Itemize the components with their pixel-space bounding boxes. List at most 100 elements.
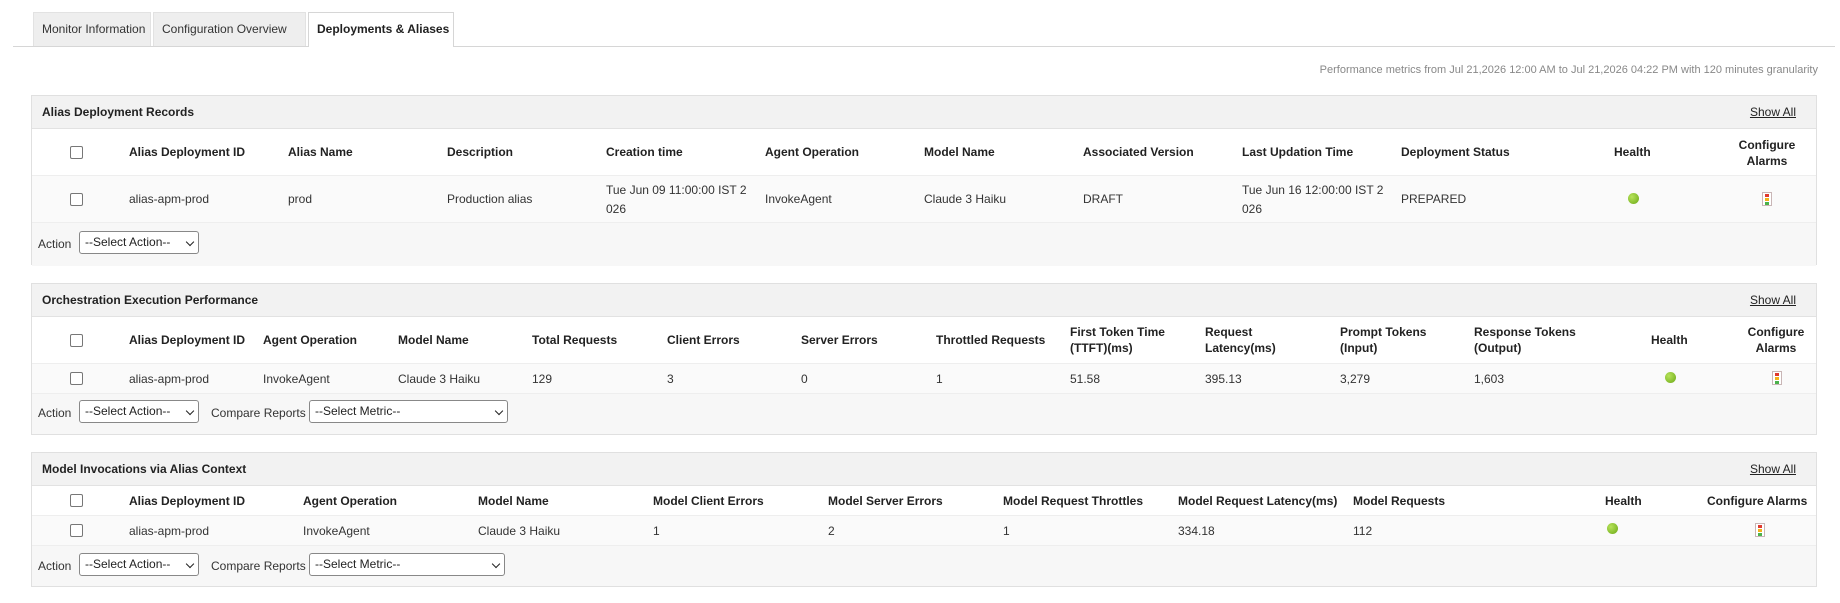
cell-response-tokens: 1,603 xyxy=(1474,372,1505,386)
cell-server-errors: 0 xyxy=(801,372,808,386)
col-health: Health xyxy=(1614,145,1651,159)
select-all-checkbox[interactable] xyxy=(70,334,83,347)
cell-creation-time-line1: Tue Jun 09 11:00:00 IST 2 xyxy=(606,183,747,197)
action-select-value: --Select Action-- xyxy=(85,557,171,571)
cell-model-client-errors: 1 xyxy=(653,524,660,538)
col-model-request-latency: Model Request Latency(ms) xyxy=(1178,494,1338,508)
col-alias-deployment-id: Alias Deployment ID xyxy=(129,145,246,159)
col-agent-operation: Agent Operation xyxy=(263,333,358,347)
col-request-latency-line2: Latency(ms) xyxy=(1205,341,1276,355)
action-label: Action xyxy=(38,237,72,251)
action-select-value: --Select Action-- xyxy=(85,235,171,249)
health-ok-icon xyxy=(1665,372,1676,383)
col-model-name: Model Name xyxy=(924,145,995,159)
panel-title: Model Invocations via Alias Context xyxy=(42,462,247,476)
configure-alarm-icon[interactable] xyxy=(1755,523,1765,537)
cell-total-requests: 129 xyxy=(532,372,553,386)
cell-model-request-throttles: 1 xyxy=(1003,524,1010,538)
col-model-server-errors: Model Server Errors xyxy=(828,494,943,508)
chevron-down-icon xyxy=(494,406,504,416)
panel-footer: Action --Select Action-- xyxy=(32,223,1816,266)
col-configure-alarms-line1: Configure xyxy=(1747,325,1805,339)
cell-agent-operation: InvokeAgent xyxy=(765,192,832,206)
cell-associated-version: DRAFT xyxy=(1083,192,1123,206)
col-agent-operation: Agent Operation xyxy=(303,494,398,508)
cell-model-name: Claude 3 Haiku xyxy=(398,372,481,386)
table-row: alias-apm-prod prod Production alias Tue… xyxy=(32,176,1816,223)
action-select[interactable]: --Select Action-- xyxy=(79,553,199,576)
col-response-tokens-line1: Response Tokens xyxy=(1474,325,1576,339)
orchestration-table: Alias Deployment ID Agent Operation Mode… xyxy=(32,317,1816,394)
panel-header: Alias Deployment Records Show All xyxy=(32,96,1816,129)
col-associated-version: Associated Version xyxy=(1083,145,1194,159)
col-creation-time: Creation time xyxy=(606,145,683,159)
col-configure-alarms: Configure Alarms xyxy=(1707,494,1808,508)
show-all-link[interactable]: Show All xyxy=(1750,284,1796,317)
tab-bar: Monitor Information Configuration Overvi… xyxy=(13,12,1835,47)
action-label: Action xyxy=(38,559,72,573)
col-alias-deployment-id: Alias Deployment ID xyxy=(129,494,246,508)
col-model-name: Model Name xyxy=(398,333,469,347)
cell-prompt-tokens: 3,279 xyxy=(1340,372,1371,386)
panel-footer: Action --Select Action-- Compare Reports… xyxy=(32,394,1816,434)
cell-model-requests: 112 xyxy=(1353,524,1373,538)
alias-deployment-records-panel: Alias Deployment Records Show All Alias … xyxy=(31,95,1817,266)
col-agent-operation: Agent Operation xyxy=(765,145,860,159)
cell-creation-time-line2: 026 xyxy=(606,202,627,216)
tab-configuration-overview[interactable]: Configuration Overview xyxy=(153,12,306,46)
chevron-down-icon xyxy=(185,406,195,416)
configure-alarm-icon[interactable] xyxy=(1762,192,1772,206)
select-all-checkbox[interactable] xyxy=(70,494,83,507)
tab-deployments-aliases[interactable]: Deployments & Aliases xyxy=(308,12,454,47)
show-all-link[interactable]: Show All xyxy=(1750,96,1796,129)
health-ok-icon xyxy=(1607,523,1618,534)
metric-select-value: --Select Metric-- xyxy=(315,557,401,571)
cell-deployment-status: PREPARED xyxy=(1401,192,1467,206)
col-health: Health xyxy=(1605,494,1642,508)
action-select[interactable]: --Select Action-- xyxy=(79,400,199,423)
metric-select[interactable]: --Select Metric-- xyxy=(309,400,508,423)
col-configure-alarms: Configure Alarms xyxy=(1738,138,1796,168)
show-all-link[interactable]: Show All xyxy=(1750,453,1796,486)
panel-title: Orchestration Execution Performance xyxy=(42,293,259,307)
action-select-value: --Select Action-- xyxy=(85,404,171,418)
tab-monitor-information[interactable]: Monitor Information xyxy=(33,12,151,46)
action-select[interactable]: --Select Action-- xyxy=(79,231,199,254)
cell-alias-name: prod xyxy=(288,192,313,206)
col-alias-deployment-id: Alias Deployment ID xyxy=(129,333,246,347)
table-row: alias-apm-prod InvokeAgent Claude 3 Haik… xyxy=(32,364,1816,394)
col-health: Health xyxy=(1651,333,1688,347)
model-invocations-table: Alias Deployment ID Agent Operation Mode… xyxy=(32,486,1816,546)
panel-header: Orchestration Execution Performance Show… xyxy=(32,284,1816,317)
cell-client-errors: 3 xyxy=(667,372,674,386)
col-model-requests: Model Requests xyxy=(1353,494,1446,508)
col-description: Description xyxy=(447,145,514,159)
cell-model-name: Claude 3 Haiku xyxy=(478,524,561,538)
col-response-tokens-line2: (Output) xyxy=(1474,341,1522,355)
col-alias-name: Alias Name xyxy=(288,145,353,159)
col-throttled-requests: Throttled Requests xyxy=(936,333,1046,347)
col-request-latency-line1: Request xyxy=(1205,325,1253,339)
configure-alarm-icon[interactable] xyxy=(1772,371,1782,385)
performance-range-note: Performance metrics from Jul 21,2026 12:… xyxy=(1319,64,1818,76)
select-all-checkbox[interactable] xyxy=(70,146,83,159)
table-header-row: Alias Deployment ID Alias Name Descripti… xyxy=(32,129,1816,176)
cell-alias-deployment-id: alias-apm-prod xyxy=(129,524,210,538)
metric-select-value: --Select Metric-- xyxy=(315,404,401,418)
col-model-name: Model Name xyxy=(478,494,549,508)
chevron-down-icon xyxy=(185,237,195,247)
cell-ttft: 51.58 xyxy=(1070,372,1101,386)
row-checkbox[interactable] xyxy=(70,372,83,385)
chevron-down-icon xyxy=(185,559,195,569)
row-checkbox[interactable] xyxy=(70,193,83,206)
col-last-updation-time: Last Updation Time xyxy=(1242,145,1354,159)
row-checkbox[interactable] xyxy=(70,524,83,537)
panel-footer: Action --Select Action-- Compare Reports… xyxy=(32,546,1816,586)
col-total-requests: Total Requests xyxy=(532,333,618,347)
col-ttft-line1: First Token Time xyxy=(1070,325,1165,339)
alias-records-table: Alias Deployment ID Alias Name Descripti… xyxy=(32,129,1816,223)
compare-reports-label: Compare Reports xyxy=(211,559,306,573)
cell-agent-operation: InvokeAgent xyxy=(303,524,370,538)
metric-select[interactable]: --Select Metric-- xyxy=(309,553,505,576)
cell-model-name: Claude 3 Haiku xyxy=(924,192,1007,206)
